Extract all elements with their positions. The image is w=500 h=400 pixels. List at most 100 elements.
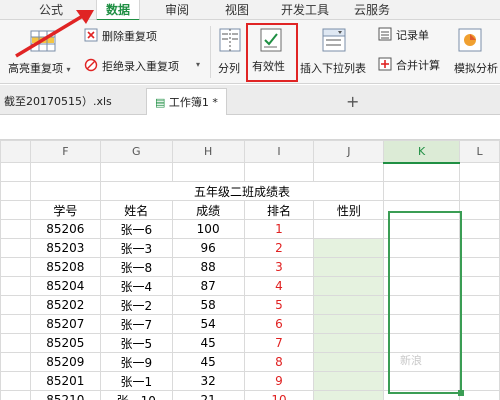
cell[interactable]	[459, 390, 500, 400]
document-tab-xls[interactable]: 截至20170515）.xls	[4, 88, 112, 115]
document-tab-workbook1[interactable]: ▤ 工作簿1 *	[146, 88, 227, 115]
score-cell[interactable]: 87	[171, 276, 245, 296]
score-cell[interactable]: 54	[171, 314, 245, 334]
student-id-cell[interactable]: 85205	[29, 333, 101, 353]
header-gender[interactable]: 性别	[313, 200, 385, 220]
cell[interactable]	[459, 219, 500, 239]
score-cell[interactable]: 32	[171, 371, 245, 391]
gender-cell[interactable]	[313, 257, 385, 277]
tab-review[interactable]: 审阅	[160, 0, 194, 20]
cell[interactable]	[383, 390, 461, 400]
score-cell[interactable]: 58	[171, 295, 245, 315]
rank-cell[interactable]: 1	[243, 219, 315, 239]
insert-dropdown-list-button[interactable]: 插入下拉列表	[298, 22, 372, 82]
score-cell[interactable]: 45	[171, 333, 245, 353]
student-id-cell[interactable]: 85208	[29, 257, 101, 277]
cell[interactable]	[459, 257, 500, 277]
cell[interactable]	[29, 181, 101, 201]
sheet-title[interactable]: 五年级二班成绩表	[99, 181, 385, 201]
cell[interactable]	[459, 352, 500, 372]
cell[interactable]	[383, 371, 461, 391]
student-name-cell[interactable]: 张一9	[99, 352, 173, 372]
gender-cell[interactable]	[313, 352, 385, 372]
cell[interactable]	[0, 219, 31, 239]
student-id-cell[interactable]: 85206	[29, 219, 101, 239]
cell[interactable]	[383, 314, 461, 334]
student-id-cell[interactable]: 85203	[29, 238, 101, 258]
column-header-K[interactable]: K	[383, 140, 461, 164]
cell[interactable]	[0, 257, 31, 277]
cell[interactable]	[383, 219, 461, 239]
data-validity-button[interactable]: 有效性	[248, 24, 296, 80]
cell[interactable]	[99, 162, 173, 182]
column-header-J[interactable]: J	[313, 140, 385, 163]
header-score[interactable]: 成绩	[171, 200, 245, 220]
cell[interactable]	[459, 333, 500, 353]
delete-duplicates-button[interactable]: 删除重复项	[84, 26, 194, 46]
rank-cell[interactable]: 9	[243, 371, 315, 391]
student-name-cell[interactable]: 张一4	[99, 276, 173, 296]
cell[interactable]	[383, 276, 461, 296]
gender-cell[interactable]	[313, 238, 385, 258]
student-name-cell[interactable]: 张一8	[99, 257, 173, 277]
gender-cell[interactable]	[313, 333, 385, 353]
split-columns-button[interactable]: 分列	[214, 22, 246, 82]
cell[interactable]	[383, 200, 461, 220]
fill-handle[interactable]	[458, 390, 464, 396]
student-name-cell[interactable]: 张一2	[99, 295, 173, 315]
cell[interactable]	[459, 200, 500, 220]
header-name[interactable]: 姓名	[99, 200, 173, 220]
cell[interactable]	[0, 314, 31, 334]
score-cell[interactable]: 96	[171, 238, 245, 258]
student-id-cell[interactable]: 85207	[29, 314, 101, 334]
new-tab-button[interactable]: +	[346, 88, 359, 115]
rank-cell[interactable]: 3	[243, 257, 315, 277]
header-id[interactable]: 学号	[29, 200, 101, 220]
score-cell[interactable]: 21	[171, 390, 245, 400]
student-name-cell[interactable]: 张一1	[99, 371, 173, 391]
cell[interactable]	[0, 238, 31, 258]
student-name-cell[interactable]: 张一10	[99, 390, 173, 400]
student-name-cell[interactable]: 张一6	[99, 219, 173, 239]
rank-cell[interactable]: 7	[243, 333, 315, 353]
rank-cell[interactable]: 10	[243, 390, 315, 400]
tab-formula[interactable]: 公式	[34, 0, 68, 20]
cell[interactable]	[243, 162, 315, 182]
column-header-F[interactable]: F	[29, 140, 101, 163]
tab-data[interactable]: 数据	[96, 0, 140, 21]
score-cell[interactable]: 100	[171, 219, 245, 239]
cell[interactable]	[0, 295, 31, 315]
student-id-cell[interactable]: 85202	[29, 295, 101, 315]
cell[interactable]	[459, 295, 500, 315]
tab-cloud[interactable]: 云服务	[350, 0, 394, 20]
column-header-H[interactable]: H	[171, 140, 245, 163]
cell[interactable]	[313, 162, 385, 182]
score-cell[interactable]: 88	[171, 257, 245, 277]
student-id-cell[interactable]: 85210	[29, 390, 101, 400]
cell[interactable]	[383, 257, 461, 277]
cell[interactable]	[0, 162, 31, 182]
student-id-cell[interactable]: 85209	[29, 352, 101, 372]
cell[interactable]	[0, 352, 31, 372]
cell[interactable]	[383, 162, 461, 182]
gender-cell[interactable]	[313, 276, 385, 296]
cell[interactable]	[0, 371, 31, 391]
rank-cell[interactable]: 4	[243, 276, 315, 296]
score-cell[interactable]: 45	[171, 352, 245, 372]
student-name-cell[interactable]: 张一7	[99, 314, 173, 334]
gender-cell[interactable]	[313, 219, 385, 239]
header-rank[interactable]: 排名	[243, 200, 315, 220]
gender-cell[interactable]	[313, 314, 385, 334]
cell[interactable]	[383, 333, 461, 353]
cell[interactable]	[459, 371, 500, 391]
record-form-button[interactable]: 记录单	[378, 26, 448, 46]
student-name-cell[interactable]: 张一5	[99, 333, 173, 353]
student-id-cell[interactable]: 85201	[29, 371, 101, 391]
cell[interactable]	[383, 181, 461, 201]
rank-cell[interactable]: 5	[243, 295, 315, 315]
column-header-I[interactable]: I	[243, 140, 315, 163]
cell[interactable]	[383, 295, 461, 315]
cell[interactable]	[459, 162, 500, 182]
cell[interactable]	[383, 238, 461, 258]
highlight-duplicates-button[interactable]: 高亮重复项 ▾	[4, 22, 82, 82]
